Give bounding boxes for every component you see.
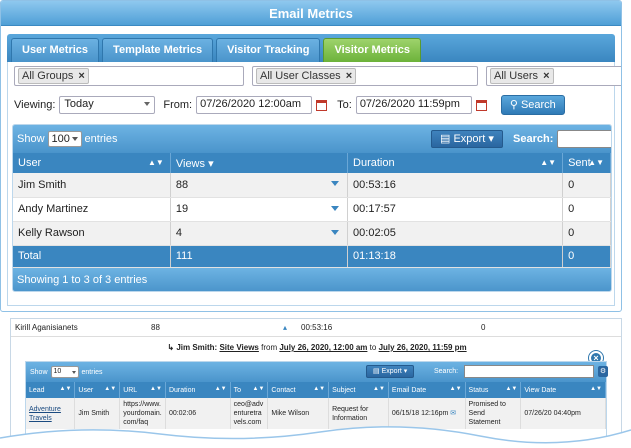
remove-tag-icon[interactable]: × — [543, 70, 549, 82]
from-label: From: — [163, 99, 193, 111]
detail-title: ↳ Jim Smith: Site Views from July 26, 20… — [167, 343, 467, 352]
total-row: Total 111 01:13:18 0 — [13, 245, 611, 268]
grid-footer: Showing 1 to 3 of 3 entries — [13, 267, 611, 291]
export-icon: ▤ — [373, 368, 380, 375]
column-header-user[interactable]: User ▲▼ — [13, 153, 171, 173]
chevron-down-icon: ▾ — [488, 133, 494, 145]
table-row[interactable]: Jim Smith 88 00:53:16 0 — [13, 173, 611, 198]
sort-icon: ▲▼ — [148, 158, 164, 167]
column-header-contact[interactable]: Contact ▲▼ — [267, 382, 330, 398]
to-label: To: — [337, 99, 352, 111]
email-metrics-window: Email Metrics User Metrics Template Metr… — [0, 0, 622, 312]
gear-icon[interactable]: ⚙ — [598, 366, 608, 377]
groups-tag: All Groups × — [18, 68, 89, 84]
expand-caret-icon[interactable] — [331, 181, 340, 186]
column-header-sent[interactable]: Sent ▲▼ — [562, 153, 611, 173]
grid-toolbar: Show 100 entries ▤ Export ▾ Search: — [13, 125, 611, 153]
sort-icon: ▲▼ — [214, 386, 227, 392]
entries-select[interactable]: 100 — [47, 131, 82, 147]
detail-search-input[interactable] — [464, 365, 594, 378]
column-header-to[interactable]: To ▲▼ — [230, 382, 269, 398]
torn-edge-decoration — [0, 426, 631, 448]
filter-row: All Groups × All User Classes × All User… — [14, 66, 621, 86]
export-button[interactable]: ▤ Export ▾ — [431, 130, 503, 148]
table-row[interactable]: Andy Martinez 19 00:17:57 0 — [13, 197, 611, 222]
tab-strip: User Metrics Template Metrics Visitor Tr… — [7, 34, 615, 62]
user-classes-tag: All User Classes × — [256, 68, 357, 84]
sort-icon: ▲▼ — [449, 386, 462, 392]
viewing-label: Viewing: — [14, 99, 56, 111]
tab-visitor-metrics[interactable]: Visitor Metrics — [323, 38, 422, 62]
site-views-table: Lead ▲▼ User ▲▼ URL ▲▼ Duration ▲▼ To ▲▼ Cont… — [26, 382, 606, 429]
expand-caret-icon[interactable] — [331, 229, 340, 235]
users-filter[interactable]: All Users × — [486, 66, 621, 86]
sort-icon: ▲▼ — [373, 386, 385, 392]
collapse-caret-icon[interactable]: ▴ — [283, 319, 287, 337]
export-icon: ▤ — [440, 133, 451, 145]
user-classes-filter[interactable]: All User Classes × — [252, 66, 478, 86]
chevron-down-icon — [71, 137, 78, 141]
tab-body: All Groups × All User Classes × All User… — [7, 62, 621, 306]
chevron-down-icon — [144, 102, 151, 106]
sort-desc-icon: ▾ — [208, 157, 214, 170]
table-header-row: User ▲▼ Views ▾ Duration ▲▼ Sent ▲▼ — [13, 153, 611, 173]
calendar-icon[interactable] — [316, 99, 328, 111]
column-header-views[interactable]: Views ▾ — [170, 153, 349, 173]
chevron-down-icon: ▾ — [403, 368, 408, 375]
groups-filter[interactable]: All Groups × — [14, 66, 244, 86]
sort-icon: ▲▼ — [104, 386, 117, 392]
column-header-duration[interactable]: Duration ▲▼ — [165, 382, 231, 398]
sort-icon: ▲▼ — [252, 386, 265, 392]
remove-tag-icon[interactable]: × — [346, 70, 352, 82]
from-date-input[interactable]: 07/26/2020 12:00am — [196, 96, 313, 114]
envelope-icon[interactable]: ✉ — [450, 410, 456, 417]
sort-icon: ▲▼ — [540, 158, 557, 167]
column-header-lead[interactable]: Lead ▲▼ — [26, 382, 76, 398]
column-header-status[interactable]: Status ▲▼ — [465, 382, 522, 398]
to-date-input[interactable]: 07/26/2020 11:59pm — [355, 96, 472, 114]
sort-icon: ▲▼ — [505, 386, 518, 392]
sort-icon: ▲▼ — [150, 386, 162, 392]
metrics-table: User ▲▼ Views ▾ Duration ▲▼ Sent ▲▼ Jim Smi… — [13, 153, 611, 268]
entries-select[interactable]: 10 — [50, 366, 79, 378]
window-title: Email Metrics — [1, 1, 621, 26]
column-header-user[interactable]: User ▲▼ — [74, 382, 121, 398]
chevron-down-icon — [71, 371, 76, 374]
sort-icon: ▲▼ — [588, 158, 604, 167]
export-button[interactable]: ▤ Export ▾ — [366, 365, 415, 378]
calendar-icon[interactable] — [475, 99, 487, 111]
viewing-row: Viewing: Today From: 07/26/2020 12:00am … — [14, 95, 565, 115]
column-header-email-date[interactable]: Email Date ▲▼ — [388, 382, 466, 398]
inner-toolbar: Show 10 entries ▤ Export ▾ Search: ⚙ — [26, 362, 608, 382]
column-header-subject[interactable]: Subject ▲▼ — [328, 382, 389, 398]
grid-search-input[interactable] — [557, 130, 611, 148]
search-icon: ⚲ — [509, 99, 518, 111]
sort-icon: ▲▼ — [59, 386, 72, 392]
tab-template-metrics[interactable]: Template Metrics — [102, 38, 214, 62]
viewing-select[interactable]: Today — [59, 96, 156, 114]
reply-arrow-icon: ↳ — [167, 343, 175, 352]
users-tag: All Users × — [490, 68, 554, 84]
tab-user-metrics[interactable]: User Metrics — [11, 38, 100, 62]
column-header-view-date[interactable]: View Date ▲▼ — [520, 382, 606, 398]
table-row[interactable]: Kirill Aganisianets 88 ▴ 00:53:16 0 — [11, 319, 621, 337]
column-header-duration[interactable]: Duration ▲▼ — [347, 153, 564, 173]
table-header-row: Lead ▲▼ User ▲▼ URL ▲▼ Duration ▲▼ To ▲▼ Cont… — [26, 382, 606, 398]
metrics-grid: Show 100 entries ▤ Export ▾ Search: User… — [12, 124, 612, 292]
sort-icon: ▲▼ — [313, 386, 326, 392]
remove-tag-icon[interactable]: × — [78, 70, 84, 82]
tab-visitor-tracking[interactable]: Visitor Tracking — [216, 38, 321, 62]
sort-icon: ▲▼ — [590, 386, 602, 392]
table-row[interactable]: Kelly Rawson 4 00:02:05 0 — [13, 221, 611, 246]
search-label: Search: — [513, 133, 554, 145]
expand-caret-icon[interactable] — [331, 205, 340, 211]
column-header-url[interactable]: URL ▲▼ — [119, 382, 166, 398]
search-button[interactable]: ⚲ Search — [500, 95, 565, 115]
